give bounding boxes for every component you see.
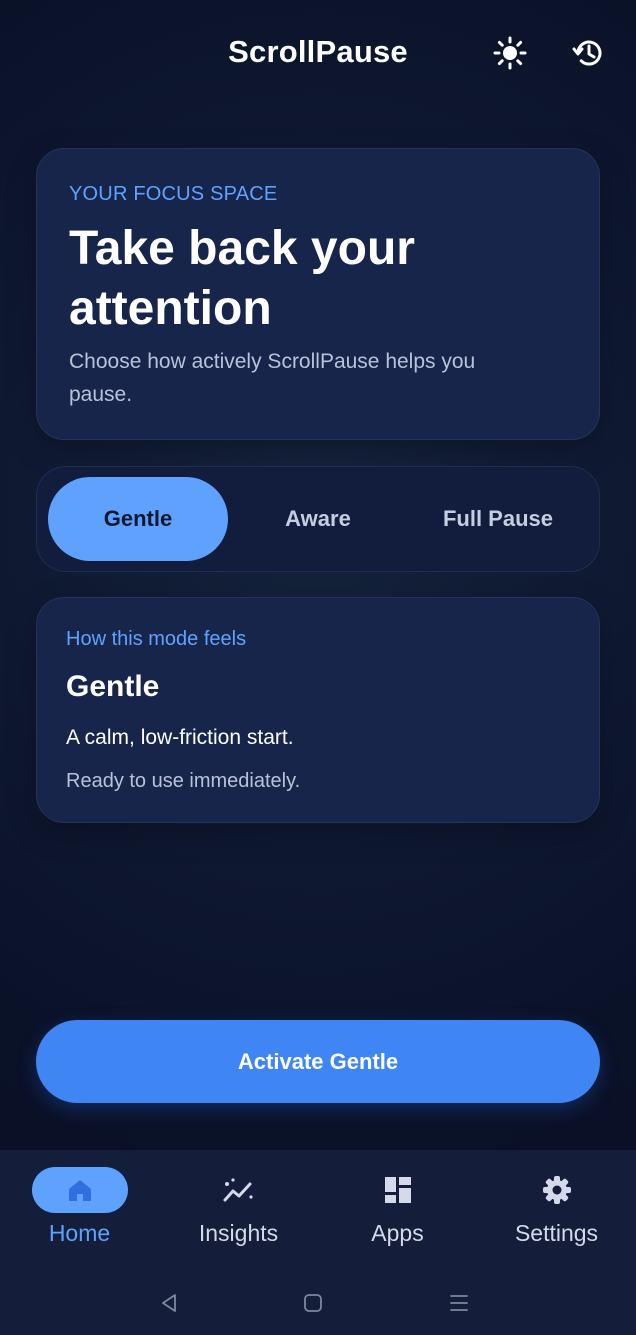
mode-option-full-pause[interactable]: Full Pause (408, 477, 588, 561)
menu-lines-icon[interactable] (444, 1288, 474, 1318)
nav-item-home[interactable]: Home (0, 1150, 159, 1270)
mode-status: Ready to use immediately. (66, 770, 301, 792)
mode-details-card: How this mode feels Gentle A calm, low-f… (36, 597, 600, 823)
app-title: ScrollPause (228, 34, 408, 69)
hero-title: Take back your attention (69, 222, 415, 335)
mode-selector: Gentle Aware Full Pause (36, 466, 600, 572)
back-icon[interactable] (154, 1288, 184, 1318)
home-icon (31, 1167, 128, 1213)
apps-grid-icon (350, 1167, 446, 1213)
system-navigation-bar (0, 1270, 636, 1335)
sun-icon[interactable] (491, 34, 529, 72)
mode-eyebrow: How this mode feels (66, 628, 247, 650)
nav-item-apps[interactable]: Apps (318, 1150, 477, 1270)
hero-eyebrow: YOUR FOCUS SPACE (69, 183, 278, 205)
mode-description: A calm, low-friction start. (66, 726, 294, 749)
nav-label-settings: Settings (514, 1220, 599, 1246)
history-icon[interactable] (569, 34, 607, 72)
mode-option-gentle[interactable]: Gentle (48, 477, 228, 561)
bottom-nav: Home Insights Apps Settings (0, 1150, 636, 1270)
insights-icon (191, 1167, 287, 1213)
activate-mode-button[interactable]: Activate Gentle (36, 1020, 600, 1103)
hero-card: YOUR FOCUS SPACE Take back your attentio… (36, 148, 600, 440)
app-bar: ScrollPause (0, 0, 636, 108)
nav-item-insights[interactable]: Insights (159, 1150, 318, 1270)
nav-item-settings[interactable]: Settings (477, 1150, 636, 1270)
mode-title: Gentle (66, 670, 160, 703)
nav-label-insights: Insights (198, 1220, 279, 1246)
mode-option-aware[interactable]: Aware (228, 477, 408, 561)
gear-icon (509, 1167, 605, 1213)
hero-subtitle: Choose how actively ScrollPause helps yo… (69, 350, 476, 406)
nav-label-home: Home (48, 1220, 111, 1246)
nav-label-apps: Apps (371, 1220, 424, 1246)
home-square-icon[interactable] (298, 1288, 328, 1318)
